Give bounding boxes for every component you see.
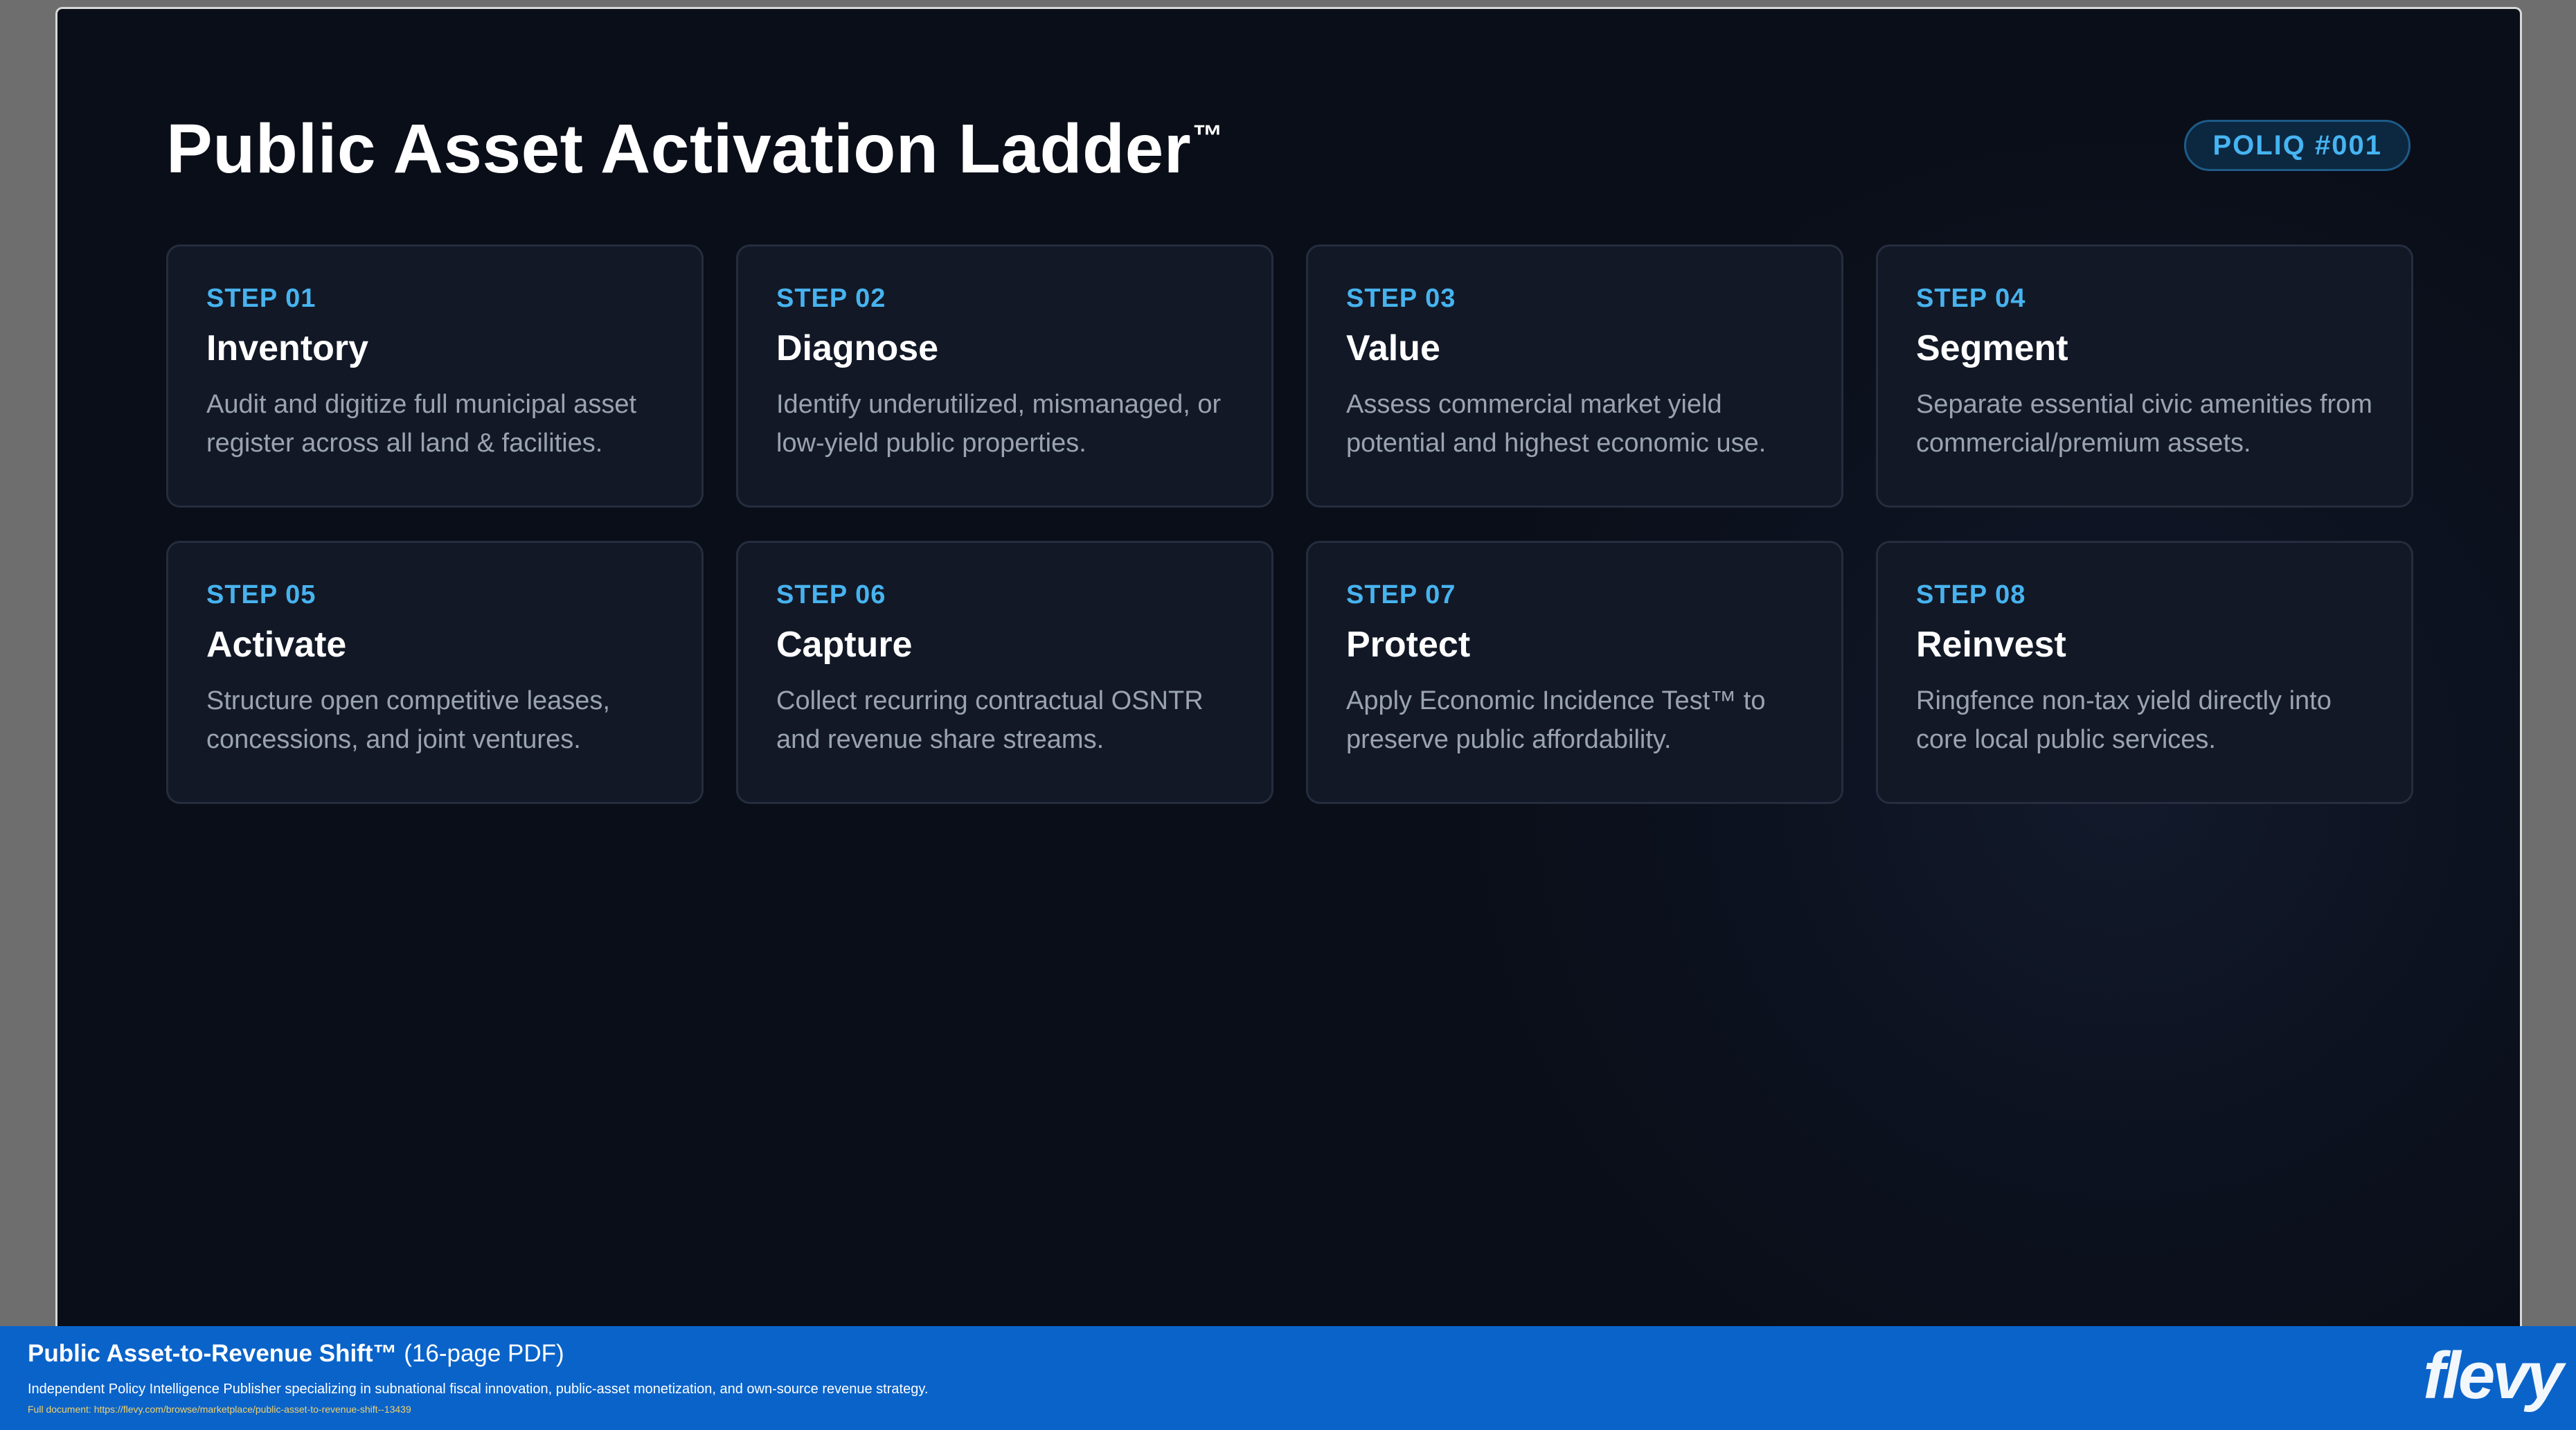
step-label: STEP 05: [206, 580, 316, 609]
step-description: Separate essential civic amenities from …: [1916, 390, 2372, 458]
step-title: Diagnose: [776, 328, 939, 368]
step-label: STEP 07: [1346, 580, 1456, 609]
step-label: STEP 06: [776, 580, 886, 609]
flevy-logo[interactable]: flevy: [2423, 1341, 2564, 1411]
step-description: Collect recurring contractual OSNTR and …: [776, 686, 1204, 754]
step-card: STEP 08 Reinvest Ringfence non-tax yield…: [1876, 541, 2413, 804]
footer-page-count: (16-page PDF): [404, 1340, 564, 1367]
step-description: Audit and digitize full municipal asset …: [206, 390, 637, 458]
footer-description: Independent Policy Intelligence Publishe…: [28, 1382, 929, 1397]
steps-grid: STEP 01 Inventory Audit and digitize ful…: [166, 244, 2415, 804]
step-title: Reinvest: [1916, 625, 2066, 665]
document-id-badge: POLIQ #001: [2184, 120, 2410, 171]
step-card: STEP 04 Segment Separate essential civic…: [1876, 244, 2413, 508]
step-label: STEP 08: [1916, 580, 2026, 609]
slide-title: Public Asset Activation Ladder™: [166, 109, 1224, 189]
step-description: Structure open competitive leases, conce…: [206, 686, 610, 754]
slide: Public Asset Activation Ladder™ POLIQ #0…: [55, 7, 2522, 1326]
step-card: STEP 03 Value Assess commercial market y…: [1306, 244, 1843, 508]
step-card: STEP 02 Diagnose Identify underutilized,…: [736, 244, 1273, 508]
footer-title-name: Public Asset-to-Revenue Shift™: [28, 1340, 397, 1367]
trademark-mark: ™: [1192, 119, 1224, 153]
step-description: Assess commercial market yield potential…: [1346, 390, 1766, 458]
footer-document-link[interactable]: Full document: https://flevy.com/browse/…: [28, 1404, 411, 1415]
step-card: STEP 07 Protect Apply Economic Incidence…: [1306, 541, 1843, 804]
step-label: STEP 02: [776, 284, 886, 313]
document-footer-banner: Public Asset-to-Revenue Shift™ (16-page …: [0, 1326, 2576, 1430]
step-description: Apply Economic Incidence Test™ to preser…: [1346, 686, 1766, 754]
step-title: Capture: [776, 625, 913, 665]
step-label: STEP 03: [1346, 284, 1456, 313]
step-title: Inventory: [206, 328, 369, 368]
footer-document-title: Public Asset-to-Revenue Shift™ (16-page …: [28, 1340, 564, 1368]
step-description: Identify underutilized, mismanaged, or l…: [776, 390, 1222, 458]
step-card: STEP 05 Activate Structure open competit…: [166, 541, 704, 804]
step-card: STEP 01 Inventory Audit and digitize ful…: [166, 244, 704, 508]
step-title: Value: [1346, 328, 1440, 368]
slide-title-text: Public Asset Activation Ladder: [166, 110, 1192, 188]
step-title: Protect: [1346, 625, 1471, 665]
step-label: STEP 01: [206, 284, 316, 313]
step-label: STEP 04: [1916, 284, 2026, 313]
step-title: Activate: [206, 625, 347, 665]
step-title: Segment: [1916, 328, 2068, 368]
step-description: Ringfence non-tax yield directly into co…: [1916, 686, 2332, 754]
step-card: STEP 06 Capture Collect recurring contra…: [736, 541, 1273, 804]
